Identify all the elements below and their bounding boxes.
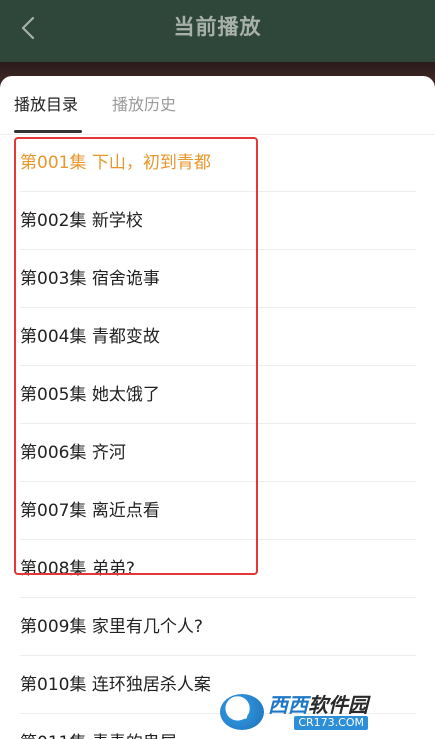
app-root: 当前播放 播放目录 播放历史 第001集 下山，初到青都 第002集 新学校 第…: [0, 0, 435, 739]
episode-label: 第004集 青都变故: [20, 327, 160, 347]
episode-item-007[interactable]: 第007集 离近点看: [20, 482, 416, 540]
episode-label: 第006集 齐河: [20, 443, 126, 463]
tab-playlist[interactable]: 播放目录: [14, 94, 78, 116]
episode-item-003[interactable]: 第003集 宿舍诡事: [20, 250, 416, 308]
episode-item-009[interactable]: 第009集 家里有几个人?: [20, 598, 416, 656]
episode-item-008[interactable]: 第008集 弟弟?: [20, 540, 416, 598]
episode-item-005[interactable]: 第005集 她太饿了: [20, 366, 416, 424]
watermark-main-a: 西西: [268, 693, 308, 717]
episode-label: 第007集 离近点看: [20, 501, 160, 521]
episode-item-004[interactable]: 第004集 青都变故: [20, 308, 416, 366]
watermark-main-b: 软件园: [308, 693, 368, 717]
episode-item-001[interactable]: 第001集 下山，初到青都: [20, 134, 416, 192]
watermark-text: 西西软件园 CR173.COM: [268, 694, 368, 730]
episode-label: 第003集 宿舍诡事: [20, 269, 160, 289]
watermark-main: 西西软件园: [268, 694, 368, 716]
episode-item-006[interactable]: 第006集 齐河: [20, 424, 416, 482]
tab-underline: [14, 130, 82, 133]
tab-history[interactable]: 播放历史: [112, 94, 176, 116]
episode-item-002[interactable]: 第002集 新学校: [20, 192, 416, 250]
episode-label: 第008集 弟弟?: [20, 559, 135, 579]
tab-bar: 播放目录 播放历史: [0, 76, 435, 135]
episode-label: 第002集 新学校: [20, 211, 143, 231]
playlist-sheet: 播放目录 播放历史 第001集 下山，初到青都 第002集 新学校 第003集 …: [0, 76, 435, 739]
episode-label: 第011集 青青的鬼屋: [20, 731, 177, 739]
site-watermark: C 西西软件园 CR173.COM: [220, 688, 420, 736]
watermark-logo-letter: C: [234, 700, 250, 724]
watermark-logo-icon: C: [220, 694, 264, 730]
watermark-sub: CR173.COM: [294, 716, 368, 730]
header-bar: 当前播放: [0, 0, 435, 62]
page-title: 当前播放: [173, 15, 262, 39]
episode-list: 第001集 下山，初到青都 第002集 新学校 第003集 宿舍诡事 第004集…: [0, 134, 435, 739]
episode-label: 第010集 连环独居杀人案: [20, 675, 211, 695]
episode-label: 第005集 她太饿了: [20, 385, 160, 405]
episode-label: 第001集 下山，初到青都: [20, 153, 211, 173]
episode-label: 第009集 家里有几个人?: [20, 617, 203, 637]
